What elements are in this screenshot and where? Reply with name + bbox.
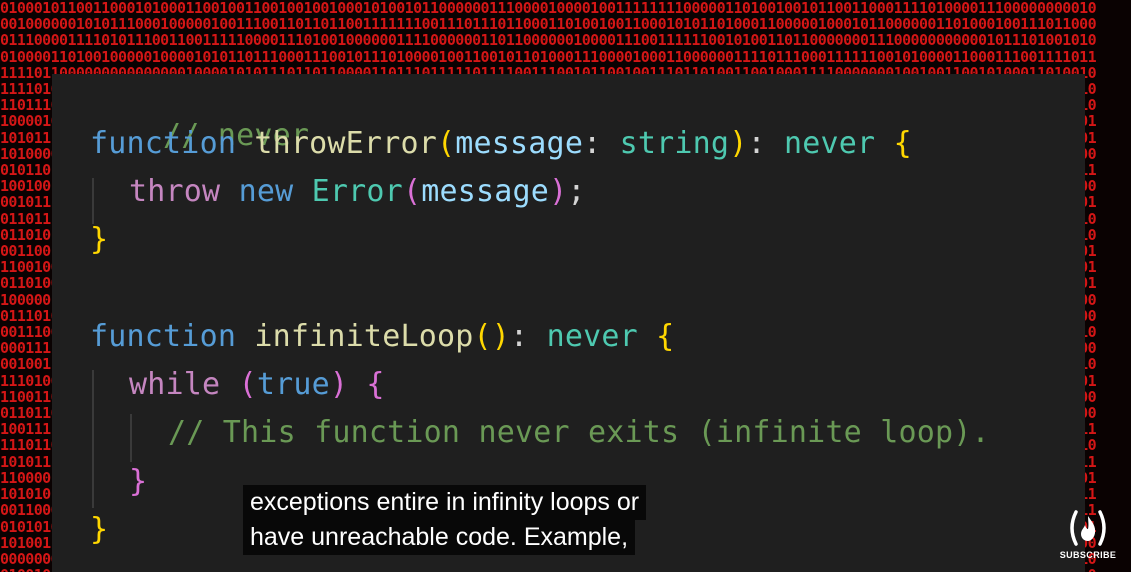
function-name: throwError — [254, 126, 437, 161]
keyword: new — [238, 174, 294, 209]
keyword: function — [90, 126, 237, 161]
code-line-10: } — [90, 510, 108, 550]
paren: ( — [238, 367, 257, 402]
brace: } — [90, 222, 109, 257]
code-line-9: } — [129, 462, 147, 502]
function-name: infiniteLoop — [254, 319, 474, 354]
colon: : — [583, 126, 620, 161]
brace: { — [656, 319, 675, 354]
semicolon: ; — [567, 174, 586, 209]
caption-line-2: have unreachable code. Example, — [243, 520, 636, 555]
colon: : — [747, 126, 784, 161]
code-line-6: function infiniteLoop(): never { — [90, 317, 674, 357]
class-name: Error — [311, 174, 403, 209]
code-line-8: // This function never exits (infinite l… — [168, 413, 990, 453]
keyword: function — [90, 319, 237, 354]
brace: { — [893, 126, 912, 161]
brace: } — [129, 464, 148, 499]
indent-guide — [92, 370, 94, 508]
caption-line-1: exceptions entire in infinity loops or — [243, 485, 647, 520]
code-line-2: function throwError(message: string): ne… — [90, 124, 912, 164]
argument: message — [421, 174, 550, 209]
indent-guide — [130, 414, 132, 462]
code-line-3: throw new Error(message); — [129, 172, 586, 212]
subscribe-watermark[interactable]: SUBSCRIBE — [1058, 508, 1118, 568]
return-type: never — [546, 319, 638, 354]
paren: () — [473, 319, 511, 354]
return-type: never — [784, 126, 876, 161]
brace: } — [90, 512, 109, 547]
parameter: message — [455, 126, 584, 161]
keyword: throw — [129, 174, 221, 209]
subscribe-label: SUBSCRIBE — [1059, 550, 1117, 560]
keyword: while — [129, 367, 221, 402]
code-line-7: while (true) { — [129, 365, 385, 405]
comment: // This function never exits (infinite l… — [168, 415, 990, 450]
colon: : — [510, 319, 547, 354]
brace: { — [366, 367, 385, 402]
literal: true — [256, 367, 330, 402]
paren: ( — [402, 174, 422, 209]
type: string — [619, 126, 730, 161]
paren: ( — [436, 126, 456, 161]
paren: ) — [549, 174, 568, 209]
paren: ) — [329, 367, 349, 402]
fire-icon — [1070, 510, 1106, 546]
video-caption: exceptions entire in infinity loops or h… — [243, 485, 647, 555]
paren: ) — [729, 126, 748, 161]
code-line-4: } — [90, 220, 108, 260]
